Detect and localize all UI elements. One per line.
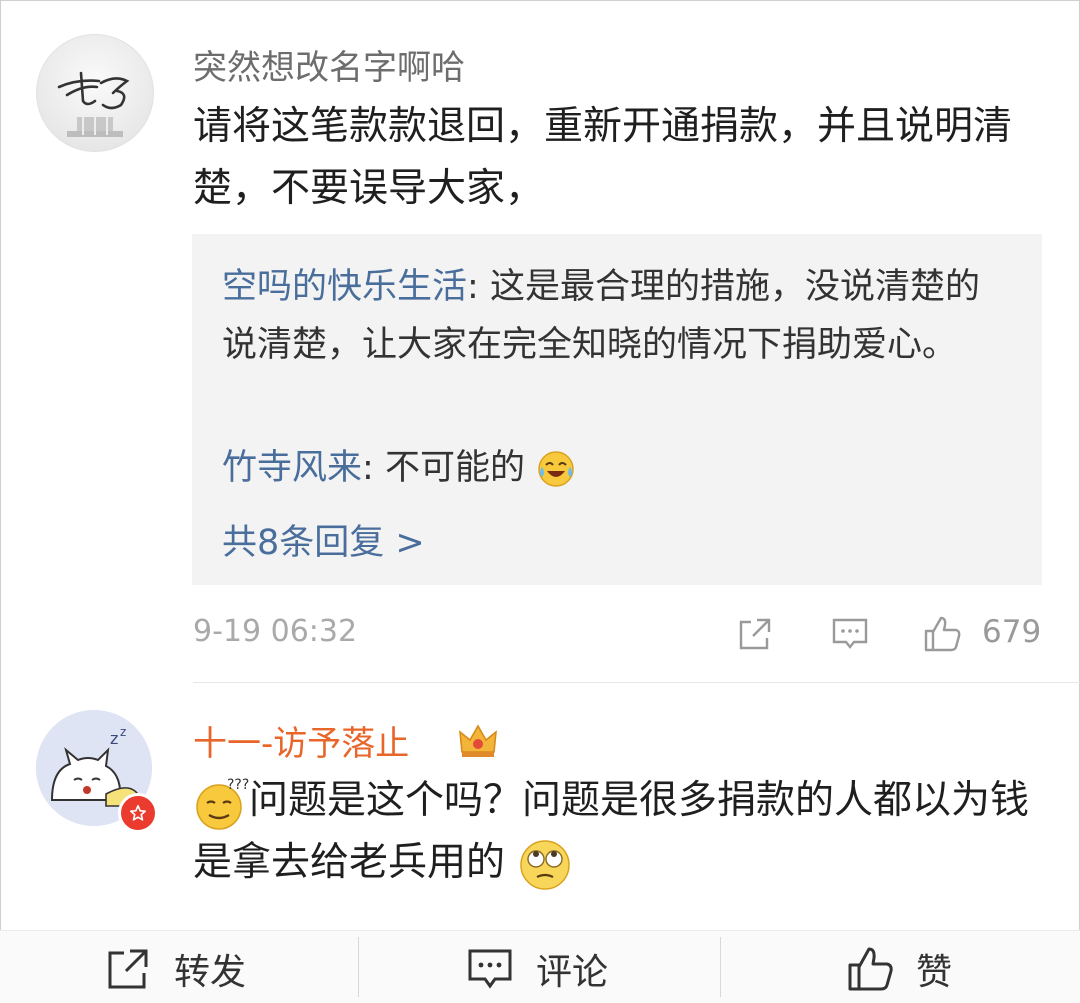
reply-item: 空吗的快乐生活: 这是最合理的措施，没说清楚的说清楚，让大家在完全知晓的情况下捐… (222, 258, 1012, 374)
comment-text: 请将这笔款款退回，重新开通捐款，并且说明清楚，不要误导大家， (193, 104, 1013, 211)
crown-icon (459, 724, 497, 757)
more-replies-link[interactable]: 共8条回复 > (222, 514, 425, 565)
svg-text:???: ??? (227, 777, 249, 793)
like-icon[interactable] (922, 614, 962, 654)
comment-text: ??? 问题是这个吗？问题是很多捐款的人都以为钱是拿去给老兵用的 (193, 770, 1053, 894)
reply-separator: : (467, 267, 490, 307)
repost-icon[interactable] (735, 614, 775, 654)
reply-username[interactable]: 竹寺风来 (222, 448, 362, 488)
like-label: 赞 (916, 952, 953, 993)
confused-emoji-icon: ??? (196, 777, 249, 830)
comment-divider (193, 682, 1080, 683)
reply-separator: : (362, 448, 385, 488)
repost-icon (108, 949, 148, 989)
repost-button[interactable]: 转发 (104, 939, 246, 999)
like-icon (848, 947, 893, 991)
like-button[interactable]: 赞 (846, 939, 952, 999)
avatar[interactable] (36, 34, 154, 152)
comment-username[interactable]: 突然想改名字啊哈 (193, 40, 465, 89)
comment-username[interactable]: 十一-访予落止 (193, 716, 409, 765)
reply-username[interactable]: 空吗的快乐生活 (222, 267, 467, 307)
vip-badge-icon (118, 793, 158, 833)
comment-label: 评论 (536, 952, 609, 993)
repost-label: 转发 (174, 952, 247, 993)
svg-text:z: z (110, 729, 118, 748)
reply-text: 不可能的 (384, 448, 525, 488)
eye-roll-emoji-icon (520, 839, 571, 890)
bottom-action-bar: 转发 评论 赞 (0, 930, 1080, 1003)
comment-icon (468, 949, 512, 989)
laughing-crying-emoji-icon (538, 451, 574, 487)
svg-text:z: z (120, 725, 126, 739)
bottom-bar-divider (358, 937, 359, 997)
reply-box[interactable]: 空吗的快乐生活: 这是最合理的措施，没说清楚的说清楚，让大家在完全知晓的情况下捐… (192, 234, 1042, 585)
comment-icon[interactable] (830, 614, 870, 654)
like-count: 679 (982, 614, 1042, 650)
bottom-bar-divider (720, 937, 721, 997)
avatar-calligraphy-image (57, 71, 130, 137)
comment-text-body: 问题是这个吗？问题是很多捐款的人都以为钱是拿去给老兵用的 (193, 778, 1030, 885)
comment-button[interactable]: 评论 (466, 939, 608, 999)
reply-item: 竹寺风来: 不可能的 (222, 439, 1012, 497)
comment-timestamp: 9-19 06:32 (193, 614, 358, 649)
